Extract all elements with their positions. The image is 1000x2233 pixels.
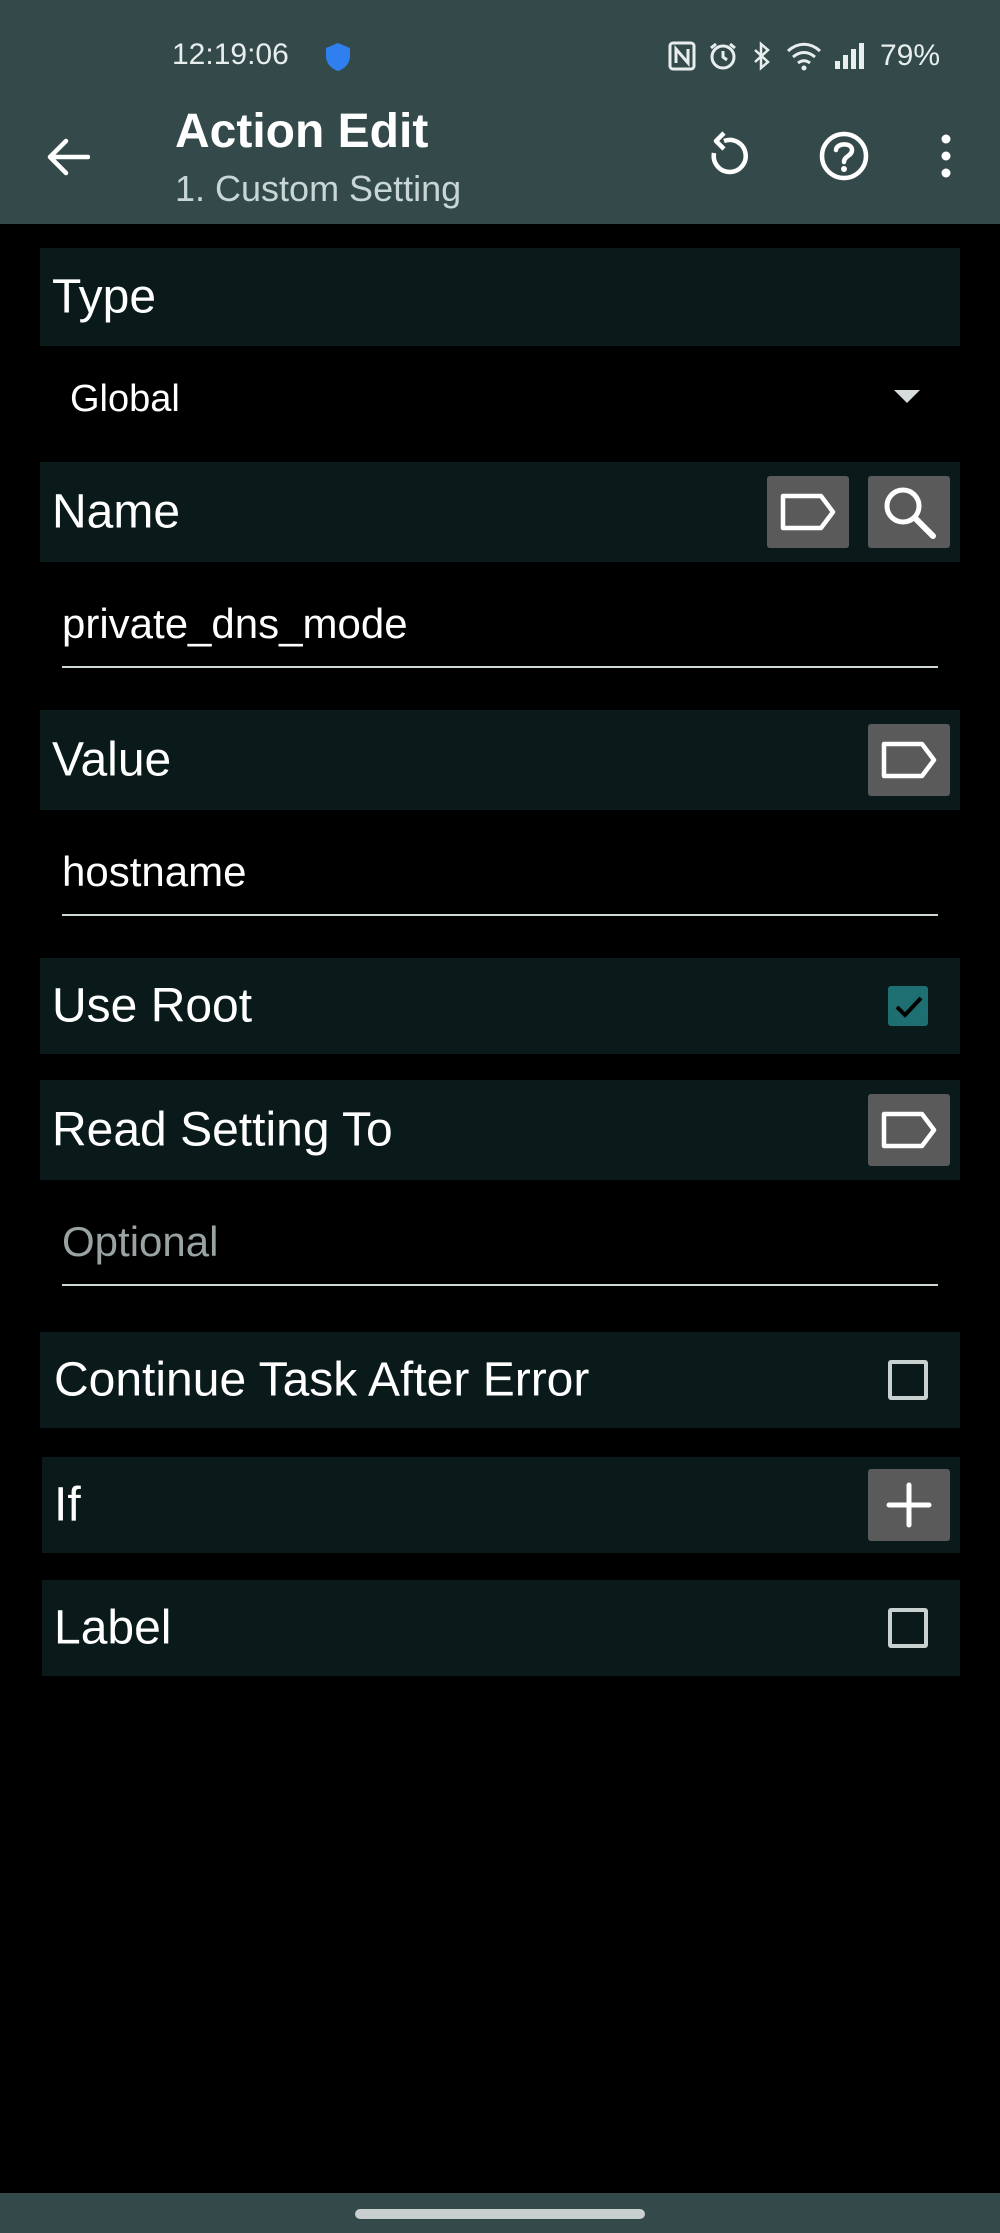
- back-arrow-icon: [47, 138, 90, 176]
- type-section-header: Type: [40, 248, 960, 346]
- page-title: Action Edit: [175, 105, 429, 158]
- tag-icon: [780, 493, 836, 531]
- if-label: If: [54, 1478, 81, 1532]
- read-setting-placeholder: Optional: [62, 1218, 219, 1265]
- help-button[interactable]: [812, 124, 876, 188]
- dropdown-arrow-icon: [894, 390, 920, 403]
- tag-icon: [881, 1111, 937, 1149]
- bluetooth-icon: [750, 41, 774, 71]
- overflow-menu-button[interactable]: [914, 124, 978, 188]
- wifi-icon: [786, 41, 822, 71]
- search-icon: [884, 487, 936, 539]
- type-dropdown[interactable]: Global: [70, 366, 920, 436]
- checkmark-icon: [895, 996, 923, 1018]
- plus-icon: [886, 1482, 932, 1528]
- read-setting-input[interactable]: Optional: [62, 1210, 938, 1286]
- read-setting-section-header: Read Setting To: [40, 1080, 960, 1180]
- label-row[interactable]: Label: [42, 1580, 960, 1676]
- continue-task-label: Continue Task After Error: [54, 1353, 590, 1407]
- value-label: Value: [52, 733, 172, 787]
- shield-icon: [324, 42, 352, 72]
- overflow-menu-icon: [941, 134, 951, 178]
- label-checkbox[interactable]: [888, 1608, 928, 1648]
- signal-icon: [834, 41, 868, 71]
- battery-percent: 79%: [879, 39, 940, 72]
- value-section-header: Value: [40, 710, 960, 810]
- app-bar: 12:19:06 79% Action Edit 1. Custom Setti…: [0, 0, 1000, 224]
- value-input[interactable]: hostname: [62, 840, 938, 916]
- status-bar: 12:19:06 79%: [0, 0, 1000, 110]
- continue-task-checkbox[interactable]: [888, 1360, 928, 1400]
- use-root-checkbox[interactable]: [888, 986, 928, 1026]
- name-search-button[interactable]: [868, 476, 950, 548]
- value-variable-button[interactable]: [868, 724, 950, 796]
- status-time: 12:19:06: [172, 38, 289, 71]
- undo-button[interactable]: [695, 124, 759, 188]
- name-input[interactable]: private_dns_mode: [62, 592, 938, 668]
- nfc-icon: [668, 41, 696, 71]
- page-subtitle: 1. Custom Setting: [175, 168, 462, 209]
- alarm-icon: [708, 41, 738, 71]
- label-label: Label: [54, 1601, 172, 1655]
- type-dropdown-value: Global: [70, 378, 180, 420]
- status-icons: 79%: [668, 36, 940, 76]
- name-section-header: Name: [40, 462, 960, 562]
- use-root-row[interactable]: Use Root: [40, 958, 960, 1054]
- help-icon: [819, 131, 869, 181]
- navigation-bar: [0, 2193, 1000, 2233]
- read-setting-variable-button[interactable]: [868, 1094, 950, 1166]
- value-input-value: hostname: [62, 848, 247, 895]
- continue-task-row[interactable]: Continue Task After Error: [40, 1332, 960, 1428]
- name-label: Name: [52, 485, 181, 539]
- name-variable-button[interactable]: [767, 476, 849, 548]
- use-root-label: Use Root: [52, 979, 253, 1033]
- undo-icon: [711, 131, 748, 175]
- home-gesture-handle[interactable]: [355, 2209, 645, 2219]
- type-label: Type: [52, 270, 157, 324]
- tag-icon: [881, 741, 937, 779]
- back-button[interactable]: [36, 125, 100, 189]
- if-section-header: If: [42, 1457, 960, 1553]
- add-condition-button[interactable]: [868, 1469, 950, 1541]
- read-setting-label: Read Setting To: [52, 1103, 393, 1157]
- name-input-value: private_dns_mode: [62, 600, 408, 647]
